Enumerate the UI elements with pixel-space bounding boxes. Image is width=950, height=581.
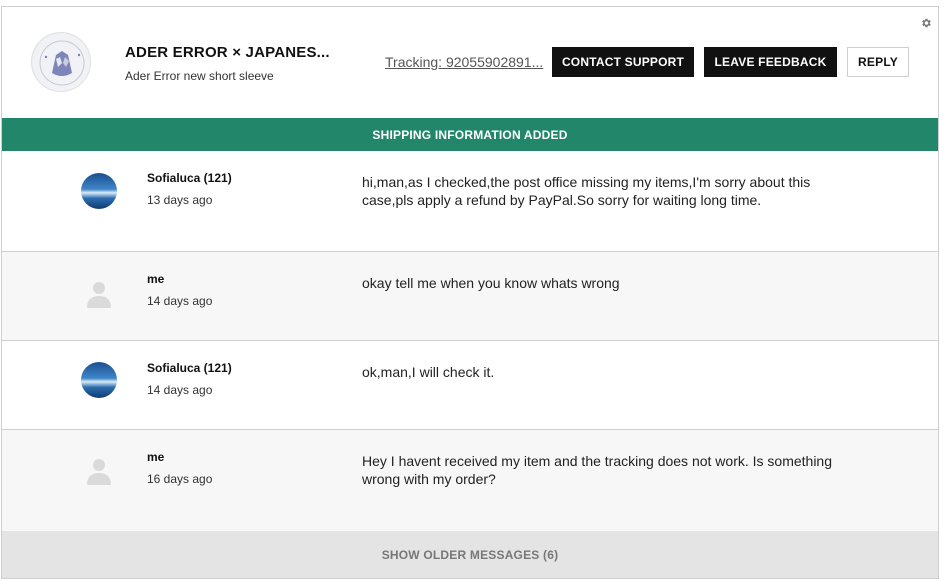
leave-feedback-button[interactable]: LEAVE FEEDBACK xyxy=(704,47,837,77)
reply-button[interactable]: REPLY xyxy=(847,47,909,77)
gear-icon[interactable] xyxy=(920,16,932,28)
message-time: 14 days ago xyxy=(147,294,213,308)
message-text: hi,man,as I checked,the post office miss… xyxy=(362,174,811,208)
message-time: 13 days ago xyxy=(147,193,213,207)
message-sender[interactable]: Sofialuca (121) xyxy=(147,361,232,375)
avatar xyxy=(81,362,117,398)
conversation-header: ADER ERROR × JAPANES... Ader Error new s… xyxy=(2,7,938,118)
default-user-icon xyxy=(81,276,117,312)
message-row: me 16 days ago Hey I havent received my … xyxy=(2,430,938,531)
message-sender: me xyxy=(147,450,165,464)
item-subtitle: Ader Error new short sleeve xyxy=(125,69,274,83)
message-sender[interactable]: Sofialuca (121) xyxy=(147,171,232,185)
avatar xyxy=(81,173,117,209)
conversation-panel: ADER ERROR × JAPANES... Ader Error new s… xyxy=(1,6,939,579)
message-time: 16 days ago xyxy=(147,472,213,486)
message-text: Hey I havent received my item and the tr… xyxy=(362,453,833,487)
message-text: okay tell me when you know whats wrong xyxy=(362,275,620,291)
message-row: Sofialuca (121) 14 days ago ok,man,I wil… xyxy=(2,341,938,430)
item-title[interactable]: ADER ERROR × JAPANES... xyxy=(125,44,330,61)
contact-support-button[interactable]: CONTACT SUPPORT xyxy=(552,47,694,77)
message-time: 14 days ago xyxy=(147,383,213,397)
status-banner: SHIPPING INFORMATION ADDED xyxy=(2,118,938,151)
tracking-link[interactable]: Tracking: 92055902891... xyxy=(385,54,543,70)
show-older-messages-button[interactable]: SHOW OLDER MESSAGES (6) xyxy=(2,531,938,578)
item-thumbnail[interactable] xyxy=(31,32,91,92)
message-row: me 14 days ago okay tell me when you kno… xyxy=(2,252,938,341)
default-user-icon xyxy=(81,453,117,489)
message-row: Sofialuca (121) 13 days ago hi,man,as I … xyxy=(2,151,938,252)
message-sender: me xyxy=(147,272,165,286)
message-text: ok,man,I will check it. xyxy=(362,364,495,380)
